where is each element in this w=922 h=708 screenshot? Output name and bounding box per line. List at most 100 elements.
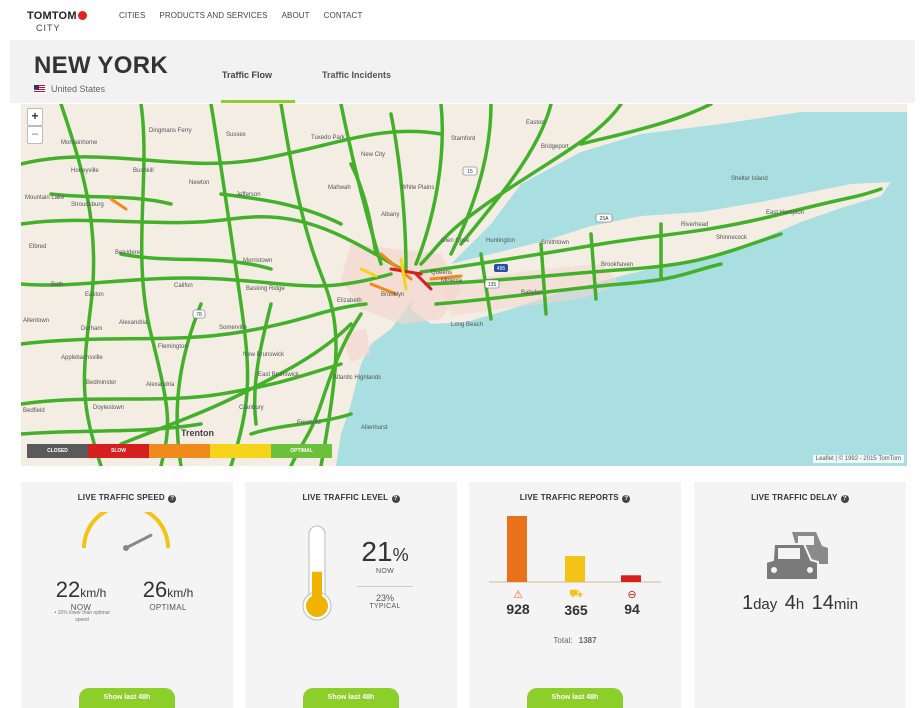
svg-text:New City: New City [361, 152, 385, 158]
nav-links: CITIES PRODUCTS AND SERVICES ABOUT CONTA… [119, 11, 362, 20]
level-now: 21% NOW [345, 536, 425, 575]
svg-text:Easton: Easton [85, 292, 104, 298]
svg-text:Stamford: Stamford [451, 136, 475, 142]
legend-slow: SLOW [88, 444, 149, 458]
delay-hours: 4 [784, 592, 796, 614]
report-closures-value: 94 [624, 601, 640, 617]
reports-bar-chart [489, 516, 661, 583]
svg-text:Somerville: Somerville [219, 325, 248, 331]
help-icon[interactable]: ? [168, 495, 177, 503]
reports-total-label: Total: [553, 636, 573, 645]
svg-text:Mahwah: Mahwah [328, 185, 351, 191]
card-live-traffic-level: LIVE TRAFFIC LEVEL ? 21% NOW 23% TYPICAL… [245, 482, 457, 708]
svg-text:Trenton: Trenton [181, 428, 214, 438]
svg-text:Smithtown: Smithtown [541, 240, 569, 246]
svg-text:East Hampton: East Hampton [766, 210, 804, 216]
nav-link-cities[interactable]: CITIES [119, 11, 145, 20]
svg-text:Bedfield: Bedfield [23, 408, 45, 414]
card-title: LIVE TRAFFIC LEVEL ? [245, 493, 457, 503]
svg-text:Morristown: Morristown [243, 258, 272, 264]
svg-text:Basking Ridge: Basking Ridge [246, 286, 285, 292]
card-title-text: LIVE TRAFFIC DELAY [751, 493, 838, 502]
nav-link-products-and-services[interactable]: PRODUCTS AND SERVICES [159, 11, 267, 20]
show-last-48h-button[interactable]: Show last 48h [303, 688, 399, 708]
svg-text:495: 495 [497, 266, 506, 272]
speed-now-value: 22 [55, 577, 81, 602]
svg-text:Riverhead: Riverhead [681, 222, 708, 228]
gauge-needle [124, 533, 153, 550]
svg-text:Atlantic Highlands: Atlantic Highlands [333, 375, 381, 381]
card-title-text: LIVE TRAFFIC SPEED [77, 493, 165, 502]
svg-text:Applebachsville: Applebachsville [61, 355, 103, 361]
svg-text:Babylon: Babylon [521, 290, 543, 296]
svg-text:Newton: Newton [189, 180, 209, 186]
tomtom-city-logo[interactable]: TOMTOM CITY [27, 6, 97, 34]
svg-text:15: 15 [467, 169, 473, 175]
delay-hours-unit: h [795, 596, 805, 613]
svg-text:Elbred: Elbred [29, 244, 46, 250]
delay-days-unit: day [753, 596, 778, 613]
svg-text:Belvidere: Belvidere [115, 250, 141, 256]
report-accidents: ⛟ 365 [551, 588, 601, 618]
reports-total-value: 1387 [578, 636, 597, 645]
traffic-map[interactable]: Montainhome Honeyville Bushkill Mountain… [21, 104, 907, 466]
svg-text:Mineola: Mineola [441, 278, 463, 284]
card-live-traffic-delay: LIVE TRAFFIC DELAY ? 1day 4h 14min [694, 482, 906, 708]
level-now-unit: % [392, 545, 409, 565]
show-last-48h-button[interactable]: Show last 48h [79, 688, 175, 708]
delay-mins-unit: min [833, 596, 859, 613]
svg-text:Dingmans Ferry: Dingmans Ferry [149, 128, 192, 134]
roadworks-icon: ⚠ [513, 589, 523, 601]
svg-text:Cranbury: Cranbury [239, 405, 264, 411]
svg-text:Durham: Durham [81, 326, 102, 332]
svg-text:Freehold: Freehold [297, 420, 321, 426]
delay-mins: 14 [811, 592, 834, 614]
svg-text:Flemington: Flemington [158, 344, 188, 350]
bar-roadworks [507, 516, 527, 582]
legend-heavy [149, 444, 210, 458]
help-icon[interactable]: ? [391, 495, 400, 503]
svg-text:Allenhurst: Allenhurst [361, 425, 388, 431]
nav-link-contact[interactable]: CONTACT [324, 11, 363, 20]
map-canvas[interactable]: Montainhome Honeyville Bushkill Mountain… [21, 104, 907, 466]
help-icon[interactable]: ? [840, 495, 849, 503]
gauge-arc [82, 512, 170, 549]
speed-optimal: 26km/h OPTIMAL [133, 577, 203, 612]
zoom-out-button[interactable]: − [27, 126, 43, 144]
delay-value: 1day 4h 14min [694, 592, 906, 615]
svg-text:25A: 25A [600, 216, 610, 222]
nav-link-about[interactable]: ABOUT [282, 11, 310, 20]
reports-total: Total: 1387 [469, 636, 681, 645]
speed-optimal-label: OPTIMAL [149, 603, 187, 612]
legend-moderate [210, 444, 271, 458]
car-front-window [778, 548, 800, 559]
svg-text:Allentown: Allentown [23, 318, 49, 324]
speed-now-unit: km/h [80, 586, 107, 600]
report-accidents-value: 365 [564, 602, 588, 618]
svg-text:Doylestown: Doylestown [93, 405, 124, 411]
speed-optimal-unit: km/h [167, 586, 194, 600]
help-icon[interactable]: ? [622, 495, 631, 503]
traffic-jam-icon [765, 532, 828, 581]
svg-text:Stroudsburg: Stroudsburg [71, 202, 104, 208]
svg-text:Bushkill: Bushkill [133, 168, 154, 174]
us-flag-icon [34, 85, 45, 93]
country-name: United States [51, 84, 106, 94]
thermometer-bulb [306, 595, 328, 617]
card-live-traffic-reports: LIVE TRAFFIC REPORTS ? ⚠ 928 ⛟ 365 ⊖ 94 … [469, 482, 681, 708]
map-attribution[interactable]: Leaflet | © 1992 - 2015 TomTom [812, 455, 904, 463]
tab-traffic-flow[interactable]: Traffic Flow [222, 70, 272, 80]
zoom-in-button[interactable]: + [27, 108, 43, 126]
logo-dot-icon [77, 11, 87, 20]
card-title: LIVE TRAFFIC SPEED ? [21, 493, 233, 503]
level-typical: 23% TYPICAL [345, 593, 425, 610]
no-entry-icon: ⊖ [627, 589, 637, 601]
svg-text:Long Beach: Long Beach [451, 322, 483, 328]
car-icon: ⛟ [569, 588, 583, 600]
tab-traffic-incidents[interactable]: Traffic Incidents [322, 70, 391, 80]
active-tab-indicator [221, 100, 295, 103]
card-title: LIVE TRAFFIC DELAY ? [694, 493, 906, 503]
car-light-left [771, 567, 777, 573]
traffic-legend: CLOSED SLOW OPTIMAL [27, 444, 332, 458]
show-last-48h-button[interactable]: Show last 48h [527, 688, 623, 708]
